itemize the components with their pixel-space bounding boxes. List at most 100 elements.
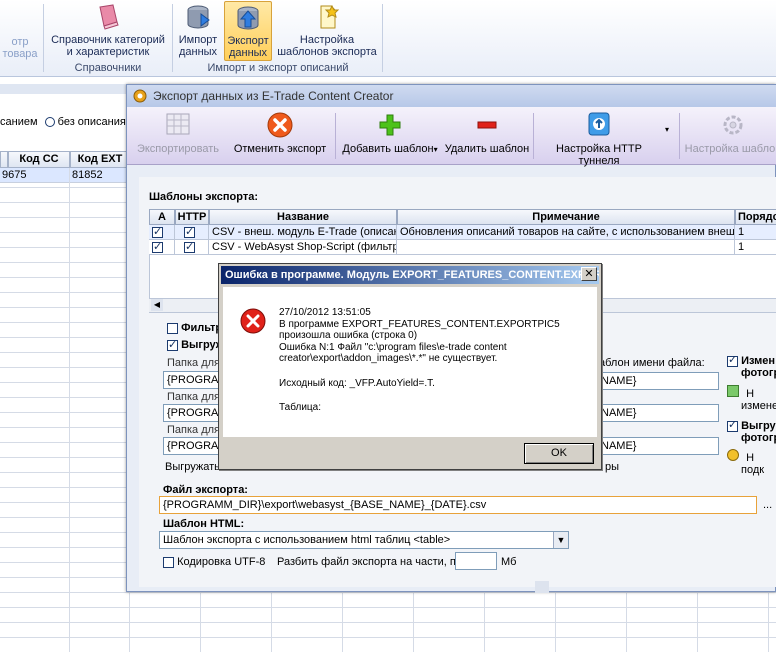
delete-template-button[interactable]: Удалить шаблон <box>443 111 531 163</box>
rename-photos-label-1: Измен <box>741 355 776 367</box>
import-button[interactable]: Импорт данных <box>175 4 221 58</box>
tpl-col-order[interactable]: Порядо <box>735 209 776 225</box>
error-dialog-titlebar: Ошибка в программе. Модуль EXPORT_FEATUR… <box>221 266 599 284</box>
grid-header-kod-cc[interactable]: Код CC <box>8 151 70 168</box>
browse-button[interactable]: ... <box>763 499 772 511</box>
http-dropdown-arrow-icon[interactable]: ▾ <box>665 125 669 134</box>
tpl-col-a[interactable]: A <box>149 209 175 225</box>
export-window-title-text: Экспорт данных из E-Trade Content Creato… <box>153 89 394 103</box>
tpl-col-http[interactable]: HTTP <box>175 209 209 225</box>
categories-button-label-2: и характеристик <box>66 46 150 58</box>
tpl-row1-check-a[interactable] <box>149 225 175 240</box>
cancel-red-icon <box>267 112 293 138</box>
upload-photos-label-2: фотогр <box>741 432 776 444</box>
upload-checkbox[interactable]: Выгруж <box>167 338 224 351</box>
rename-settings-label-1: Н <box>746 388 755 400</box>
tpl-row2-name[interactable]: CSV - WebAsyst Shop-Script (фильтраци <box>209 240 397 255</box>
plus-green-icon <box>379 114 401 136</box>
scroll-left-arrow-icon[interactable]: ◀ <box>151 299 163 311</box>
split-unit-label: Мб <box>501 556 517 568</box>
filename-input-2[interactable]: NAME} <box>597 404 719 422</box>
connect-settings-label-1: Н <box>746 452 755 464</box>
ribbon-button-partial[interactable]: отр товара <box>0 36 42 60</box>
app-logo-icon <box>133 89 147 103</box>
tpl-row2-note[interactable] <box>397 240 735 255</box>
cancel-export-button[interactable]: Отменить экспорт <box>227 111 333 163</box>
connect-settings-label-2: подк <box>741 464 765 476</box>
export-file-label: Файл экспорта: <box>163 484 248 496</box>
utf8-checkbox[interactable]: Кодировка UTF-8 <box>163 556 265 568</box>
filter-without-description-label: без описания <box>57 116 126 128</box>
close-icon[interactable]: ✕ <box>581 267 597 281</box>
grid-cell-ext[interactable]: 81852 <box>70 168 130 183</box>
utf8-checkbox-label: Кодировка UTF-8 <box>177 556 266 568</box>
import-button-label-1: Импорт <box>178 34 218 46</box>
connect-settings-link[interactable]: Н подк <box>727 449 764 476</box>
add-template-button[interactable]: Добавить шаблон▾ <box>339 111 441 163</box>
tpl-row1-check-http[interactable] <box>175 225 209 240</box>
tpl-row1-name[interactable]: CSV - внеш. модуль E-Trade (описания) <box>209 225 397 240</box>
export-file-input[interactable]: {PROGRAMM_DIR}\export\webasyst_{BASE_NAM… <box>159 496 757 514</box>
rename-settings-icon <box>727 385 739 397</box>
html-template-select-value: Шаблон экспорта с использованием html та… <box>163 534 451 546</box>
folder-label-3: Папка для <box>167 424 221 436</box>
tpl-row2-check-http[interactable] <box>175 240 209 255</box>
rename-photos-checkbox[interactable]: Измен фотогр <box>727 354 776 379</box>
error-dialog-title: Ошибка в программе. Модуль EXPORT_FEATUR… <box>225 269 599 281</box>
error-line-2: В программе EXPORT_FEATURES_CONTENT.EXPO… <box>279 319 560 330</box>
split-label: Разбить файл экспорта на части, по: <box>277 556 466 568</box>
folder-input-3[interactable]: {PROGRAMM <box>163 437 223 455</box>
rename-settings-link[interactable]: Н измене <box>727 385 776 412</box>
document-star-icon <box>320 4 340 29</box>
template-settings-label: Настройка шаблон <box>684 143 776 155</box>
ribbon-separator <box>172 4 173 72</box>
delete-template-label: Удалить шаблон <box>444 143 530 155</box>
upload-photos-checkbox[interactable]: Выгру фотогр <box>727 419 776 444</box>
ribbon-partial-top: отр <box>11 36 29 48</box>
background-grid-bottom <box>130 592 776 652</box>
tpl-col-note[interactable]: Примечание <box>397 209 735 225</box>
radio-without-description[interactable] <box>44 117 55 128</box>
toolbar-separator <box>533 113 534 159</box>
grid-header-kod-ext[interactable]: Код EXT <box>70 151 130 168</box>
dropdown-arrow-icon: ▾ <box>433 145 438 154</box>
split-size-input[interactable] <box>455 552 497 570</box>
error-message-panel: 27/10/2012 13:51:05 В программе EXPORT_F… <box>223 287 597 437</box>
templates-label: Шаблоны экспорта: <box>149 191 259 203</box>
rye-label: ры <box>605 461 620 473</box>
filename-input-3[interactable]: NAME} <box>597 437 719 455</box>
group-label-import-export: Импорт и экспорт описаний <box>207 62 349 74</box>
folder-input-1[interactable]: {PROGRAMM <box>163 371 223 389</box>
strip <box>0 84 130 94</box>
http-tunnel-button[interactable]: Настройка HTTP туннеля <box>537 111 661 167</box>
grid-cell-cc[interactable]: 9675 <box>0 168 70 183</box>
filter-checkbox[interactable]: Фильтр <box>167 322 222 334</box>
cancel-export-label: Отменить экспорт <box>233 143 327 155</box>
grid-header-blank <box>0 151 8 168</box>
export-button[interactable]: Экспорт данных <box>224 1 272 61</box>
ribbon-separator <box>43 4 44 72</box>
http-tunnel-label: Настройка HTTP туннеля <box>556 143 642 167</box>
folder-input-2[interactable]: {PROGRAMM <box>163 404 223 422</box>
database-import-icon <box>187 5 210 29</box>
main-ribbon: отр товара Справочник категорий и характ… <box>0 0 776 77</box>
filter-checkbox-label: Фильтр <box>181 322 223 334</box>
export-toolbar: Экспортировать Отменить экспорт Добавить… <box>127 107 776 167</box>
filename-input-1[interactable]: NAME} <box>597 372 719 390</box>
export-run-button[interactable]: Экспортировать <box>131 111 225 163</box>
export-table-icon <box>166 113 190 135</box>
tpl-row2-order[interactable]: 1 <box>735 240 776 255</box>
tpl-col-name[interactable]: Название <box>209 209 397 225</box>
tpl-row1-order[interactable]: 1 <box>735 225 776 240</box>
import-button-label-2: данных <box>178 46 218 58</box>
tpl-row1-note[interactable]: Обновления описаний товаров на сайте, с … <box>397 225 735 240</box>
html-template-select[interactable]: Шаблон экспорта с использованием html та… <box>159 531 569 549</box>
toolbar-separator <box>679 113 680 159</box>
chevron-down-icon[interactable]: ▼ <box>553 532 568 548</box>
template-settings-button[interactable]: Настройка шаблон <box>683 111 776 163</box>
error-table: Таблица: <box>279 402 321 413</box>
export-templates-button[interactable]: Настройка шаблонов экспорта <box>274 4 380 58</box>
ok-button[interactable]: OK <box>524 443 594 464</box>
tpl-row2-check-a[interactable] <box>149 240 175 255</box>
categories-button[interactable]: Справочник категорий и характеристик <box>46 4 170 58</box>
